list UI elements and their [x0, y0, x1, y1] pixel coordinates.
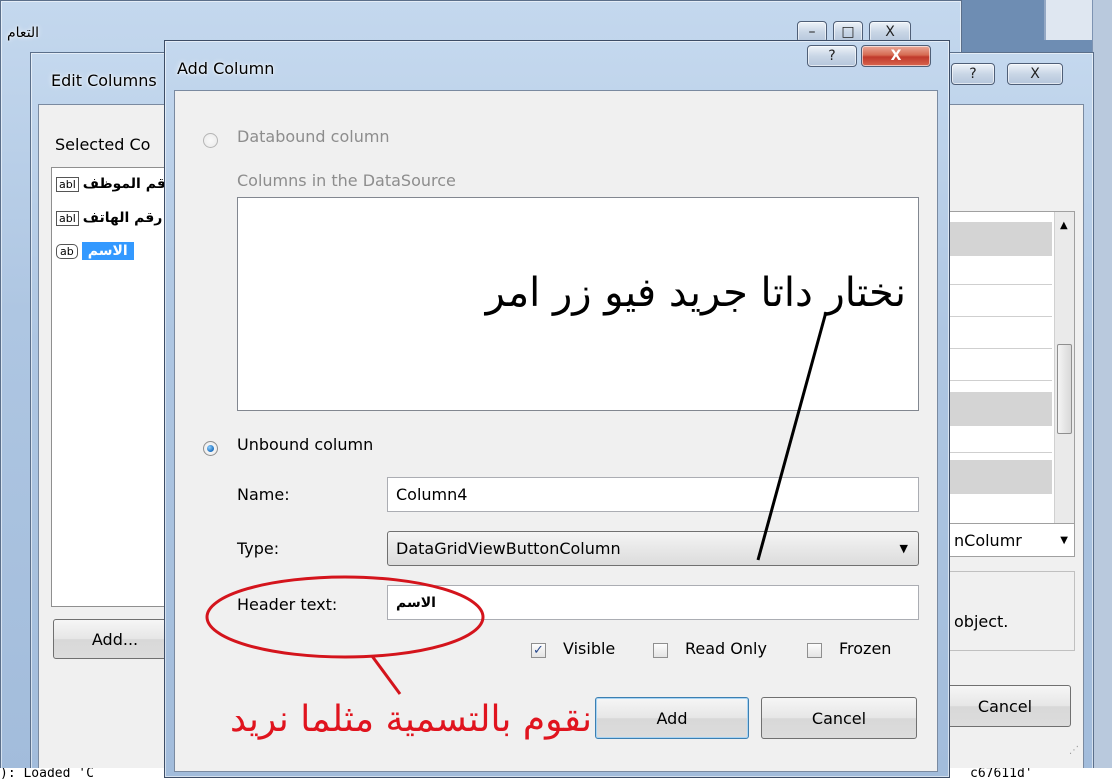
- annotation-arrow-line: [756, 311, 828, 561]
- annotation-ellipse: [205, 575, 485, 659]
- annotation-overlay: [205, 311, 828, 695]
- annotation-bottom-note: نقوم بالتسمية مثلما نريد: [229, 699, 592, 740]
- annotation-callout-line: [370, 655, 402, 695]
